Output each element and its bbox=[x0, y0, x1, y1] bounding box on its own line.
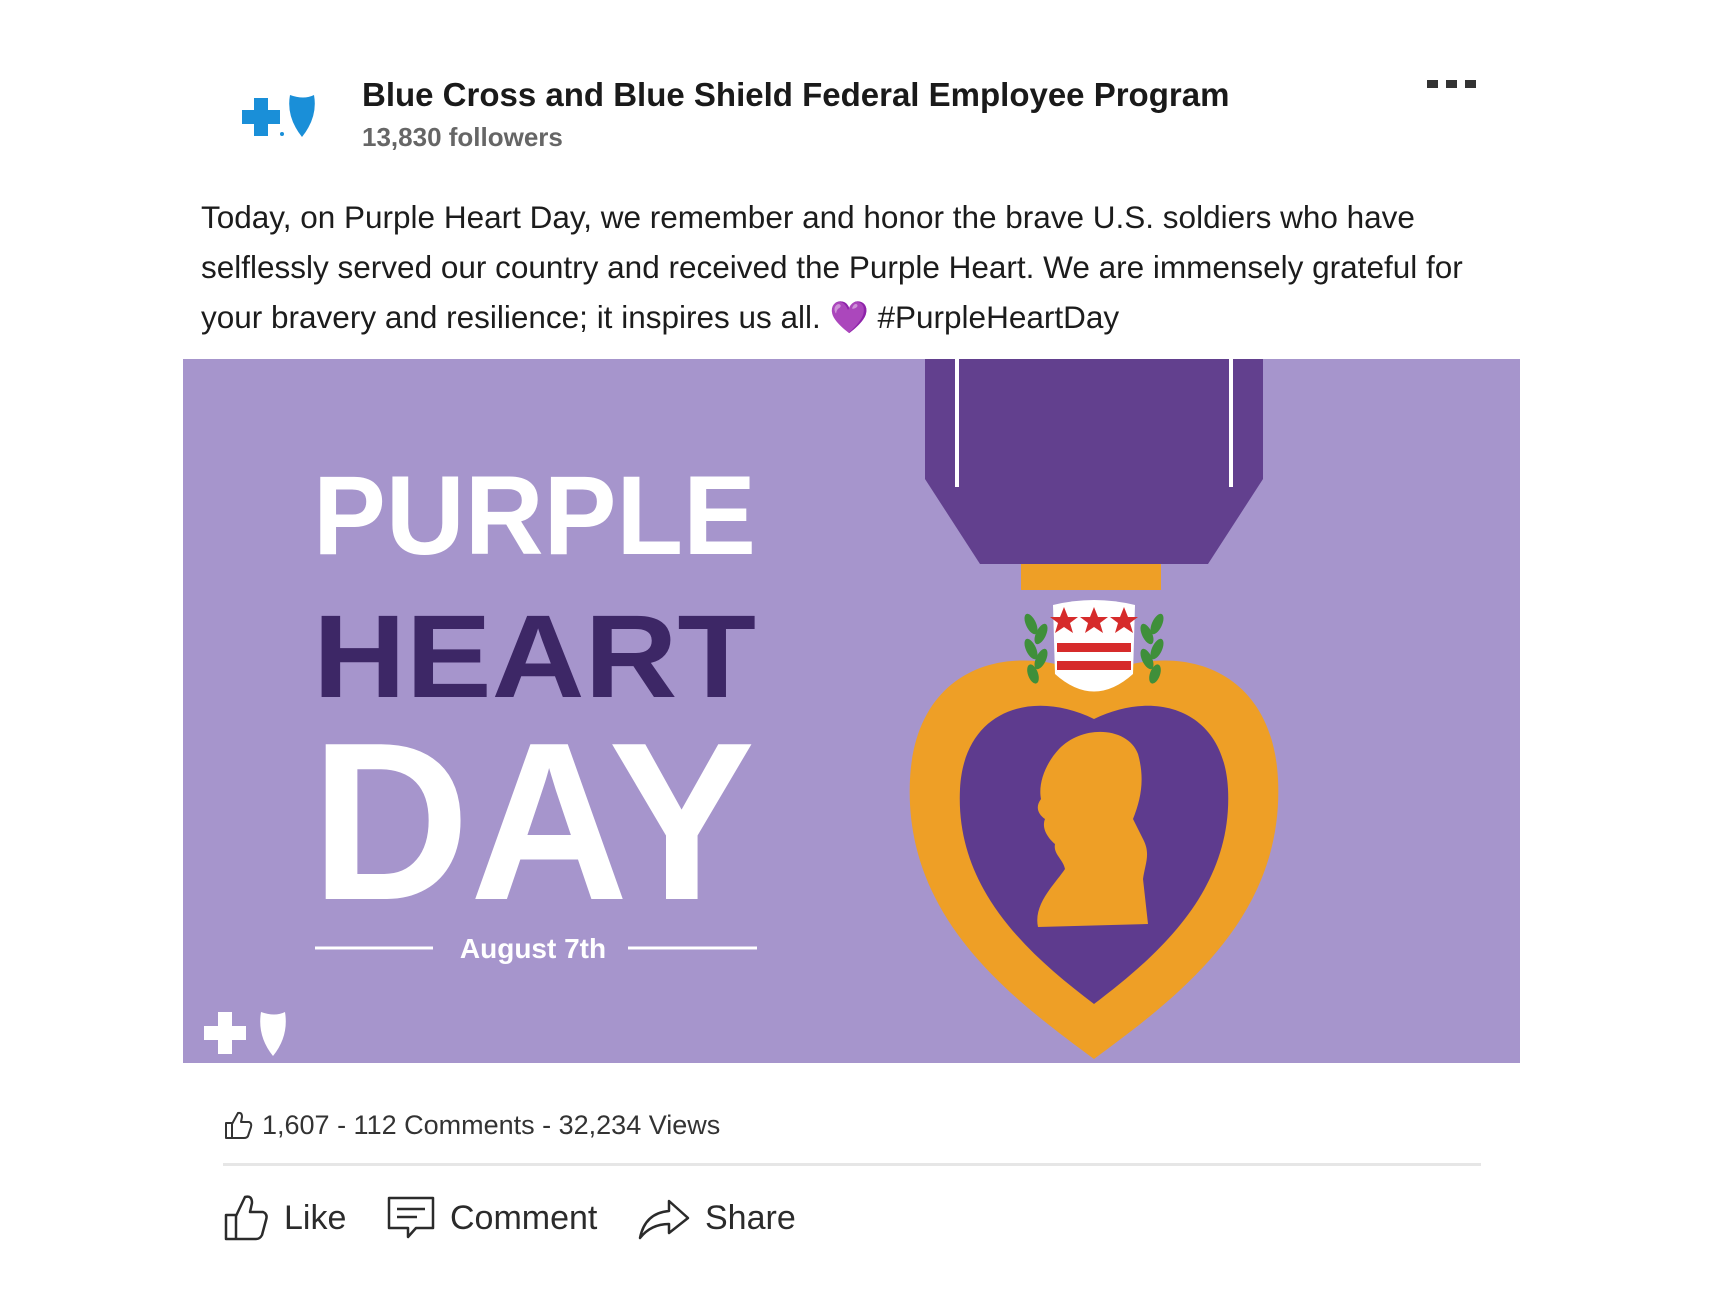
image-date: August 7th bbox=[460, 933, 606, 964]
comment-icon bbox=[387, 1196, 435, 1239]
divider bbox=[223, 1163, 1481, 1166]
share-label: Share bbox=[705, 1198, 796, 1237]
medal-shield bbox=[1050, 600, 1138, 692]
like-button[interactable]: Like bbox=[222, 1183, 346, 1253]
author-name[interactable]: Blue Cross and Blue Shield Federal Emplo… bbox=[362, 76, 1229, 114]
medal-ribbon bbox=[925, 359, 1263, 564]
share-button[interactable]: Share bbox=[637, 1183, 796, 1253]
thumbs-up-icon bbox=[224, 1195, 268, 1241]
image-title-day: DAY bbox=[311, 695, 755, 947]
post-text: Today, on Purple Heart Day, we remember … bbox=[201, 199, 1463, 335]
share-arrow-icon bbox=[638, 1199, 690, 1240]
post-image[interactable]: PURPLE HEART DAY August 7th bbox=[183, 359, 1520, 1063]
like-label: Like bbox=[284, 1198, 347, 1237]
post-header: Blue Cross and Blue Shield Federal Emplo… bbox=[240, 70, 1500, 170]
more-options-icon[interactable] bbox=[1422, 70, 1482, 100]
comment-button[interactable]: Comment bbox=[386, 1183, 597, 1253]
follower-count: 13,830 followers bbox=[362, 122, 563, 152]
image-title-purple: PURPLE bbox=[313, 453, 756, 578]
thumbs-up-icon bbox=[225, 1111, 253, 1139]
comment-label: Comment bbox=[450, 1198, 598, 1237]
engagement-text: 1,607 - 112 Comments - 32,234 Views bbox=[262, 1109, 721, 1140]
bcbs-logo bbox=[242, 95, 315, 137]
engagement-stats[interactable]: 1,607 - 112 Comments - 32,234 Views bbox=[222, 1105, 720, 1145]
